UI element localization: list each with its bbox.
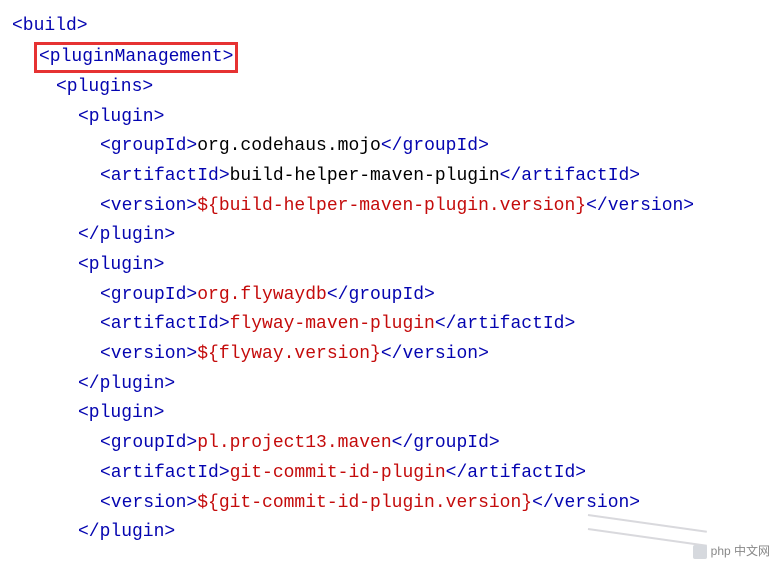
groupid-value: org.flywaydb [197, 285, 327, 305]
php-icon [693, 545, 707, 559]
artifactid-value: build-helper-maven-plugin [230, 166, 500, 186]
plugins-open-tag: <plugins> [56, 77, 153, 97]
groupid-open-tag: <groupId> [100, 285, 197, 305]
watermark: php 中文网 [693, 542, 770, 562]
plugin-open-tag: <plugin> [78, 255, 164, 275]
decorative-strikes [588, 510, 708, 540]
build-open-tag: <build> [12, 16, 88, 36]
version-value: ${flyway.version} [197, 344, 381, 364]
plugin-close-tag: </plugin> [78, 374, 175, 394]
artifactid-open-tag: <artifactId> [100, 463, 230, 483]
artifactid-value: git-commit-id-plugin [230, 463, 446, 483]
plugin-close-tag: </plugin> [78, 522, 175, 542]
groupid-close-tag: </groupId> [327, 285, 435, 305]
pluginmanagement-open-tag: <pluginManagement> [39, 47, 233, 67]
version-open-tag: <version> [100, 493, 197, 513]
artifactid-close-tag: </artifactId> [500, 166, 640, 186]
groupid-open-tag: <groupId> [100, 136, 197, 156]
groupid-open-tag: <groupId> [100, 433, 197, 453]
version-close-tag: </version> [586, 196, 694, 216]
version-open-tag: <version> [100, 196, 197, 216]
groupid-value: org.codehaus.mojo [197, 136, 381, 156]
artifactid-value: flyway-maven-plugin [230, 314, 435, 334]
artifactid-open-tag: <artifactId> [100, 166, 230, 186]
version-value: ${build-helper-maven-plugin.version} [197, 196, 586, 216]
watermark-text: php 中文网 [711, 542, 770, 562]
artifactid-close-tag: </artifactId> [435, 314, 575, 334]
plugin-close-tag: </plugin> [78, 225, 175, 245]
artifactid-open-tag: <artifactId> [100, 314, 230, 334]
plugin-open-tag: <plugin> [78, 107, 164, 127]
groupid-close-tag: </groupId> [381, 136, 489, 156]
plugin-open-tag: <plugin> [78, 403, 164, 423]
version-close-tag: </version> [381, 344, 489, 364]
version-open-tag: <version> [100, 344, 197, 364]
artifactid-close-tag: </artifactId> [446, 463, 586, 483]
groupid-close-tag: </groupId> [392, 433, 500, 453]
highlighted-plugin-management: <pluginManagement> [34, 42, 238, 73]
groupid-value: pl.project13.maven [197, 433, 391, 453]
version-value: ${git-commit-id-plugin.version} [197, 493, 532, 513]
